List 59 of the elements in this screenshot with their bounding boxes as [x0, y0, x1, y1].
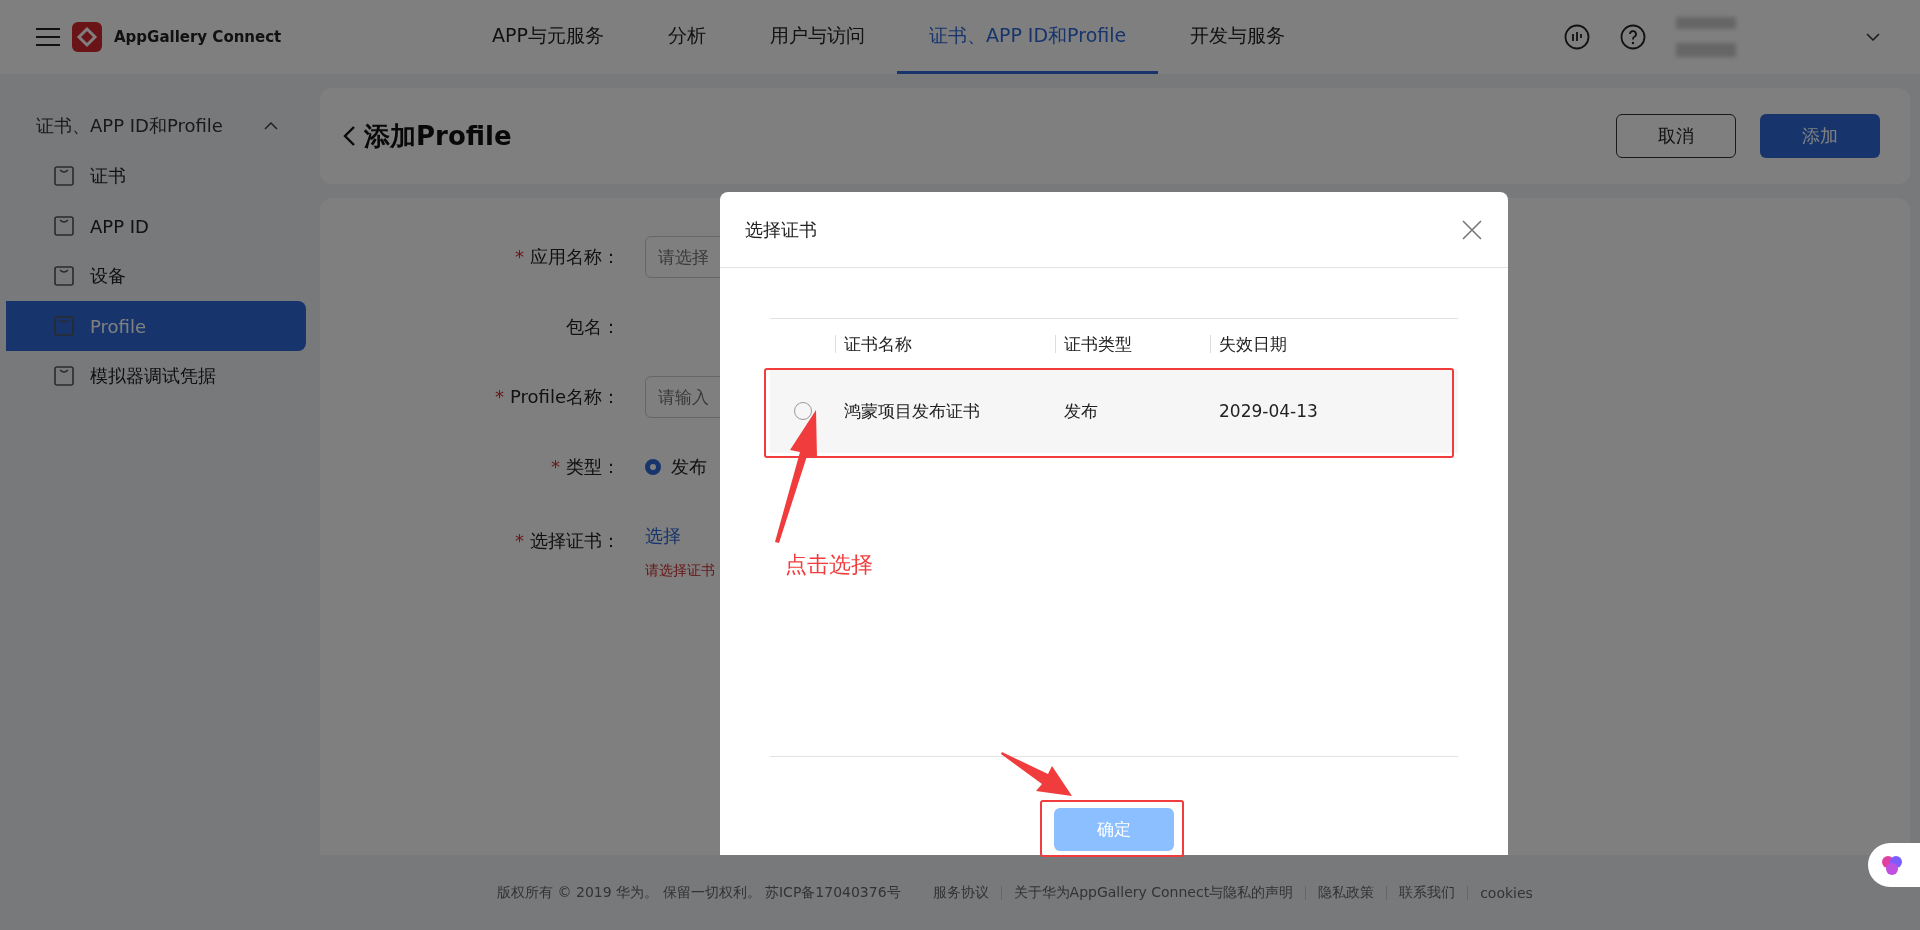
radio-option[interactable]: 发布 [645, 455, 1910, 479]
copyright-text: 版权所有 © 2019 华为。 保留一切权利。 苏ICP备17040376号 [497, 883, 901, 902]
required-mark: * [551, 456, 560, 477]
required-mark: * [515, 530, 524, 551]
field-label: Profile名称： [510, 386, 620, 407]
nav-tab[interactable]: 分析 [635, 0, 738, 74]
dialog-title: 选择证书 [745, 217, 817, 242]
nav-tab[interactable]: 用户与访问 [737, 0, 897, 74]
brain-icon [1880, 853, 1904, 877]
page-icon [54, 316, 74, 336]
field-label: 应用名称： [530, 246, 620, 267]
cancel-button[interactable]: 取消 [1616, 114, 1736, 158]
table-row[interactable]: 鸿蒙项目发布证书 发布 2029-04-13 [770, 369, 1458, 453]
required-mark: * [495, 386, 505, 407]
sidebar-item[interactable]: APP ID [6, 201, 306, 251]
help-icon[interactable] [1620, 24, 1646, 50]
logo-text: AppGallery Connect [114, 28, 282, 46]
footer-link[interactable]: 联系我们 [1399, 883, 1456, 902]
logo-icon [72, 22, 102, 52]
page-icon [54, 166, 74, 186]
table-cell-text: 发布 [1063, 399, 1099, 423]
sidebar-item[interactable]: Profile [6, 301, 306, 351]
sidebar-item[interactable]: 模拟器调试凭据 [6, 351, 306, 401]
page-title: 添加Profile [364, 119, 512, 153]
nav-tab[interactable]: APP与元服务 [460, 0, 636, 74]
nav-tab[interactable]: 证书、APP ID和Profile [896, 0, 1159, 74]
error-text: 请选择证书 [645, 562, 715, 580]
column-header: 证书名称 [835, 335, 1055, 353]
annotation-arrow [1001, 752, 1072, 796]
close-icon[interactable] [1462, 219, 1482, 240]
chat-icon[interactable] [1564, 24, 1590, 50]
page-icon [54, 216, 74, 236]
footer-link[interactable]: cookies [1480, 884, 1533, 901]
required-mark: * [515, 246, 524, 267]
table-cell-text: 2029-04-13 [1218, 401, 1319, 421]
footer-link[interactable]: 服务协议 [932, 883, 989, 902]
page-icon [54, 366, 74, 386]
add-button[interactable]: 添加 [1760, 114, 1880, 158]
sidebar-item[interactable]: 证书 [6, 151, 306, 201]
table-cell-text: 鸿蒙项目发布证书 [843, 399, 981, 423]
radio-icon[interactable] [645, 459, 661, 475]
sidebar-group-label: 证书、APP ID和Profile [36, 114, 223, 138]
chevron-up-icon[interactable] [264, 122, 278, 130]
assistant-tab[interactable] [1868, 843, 1920, 887]
column-header: 失效日期 [1210, 335, 1458, 353]
menu-icon[interactable] [36, 28, 60, 46]
field-label: 选择证书： [530, 530, 620, 551]
page-icon [54, 266, 74, 286]
chevron-down-icon[interactable] [1866, 33, 1880, 41]
sidebar-item[interactable]: 设备 [6, 251, 306, 301]
annotation-text: 点击选择 [785, 551, 873, 579]
field-label: 类型： [566, 456, 620, 477]
footer-link[interactable]: 隐私政策 [1318, 883, 1375, 902]
nav-tab[interactable]: 开发与服务 [1158, 0, 1318, 74]
column-header: 证书类型 [1055, 335, 1210, 353]
footer-link[interactable]: 关于华为AppGallery Connect与隐私的声明 [1013, 883, 1294, 902]
field-label: 包名： [566, 316, 620, 337]
select-link[interactable]: 选择 [645, 525, 681, 546]
back-icon[interactable] [342, 125, 356, 147]
